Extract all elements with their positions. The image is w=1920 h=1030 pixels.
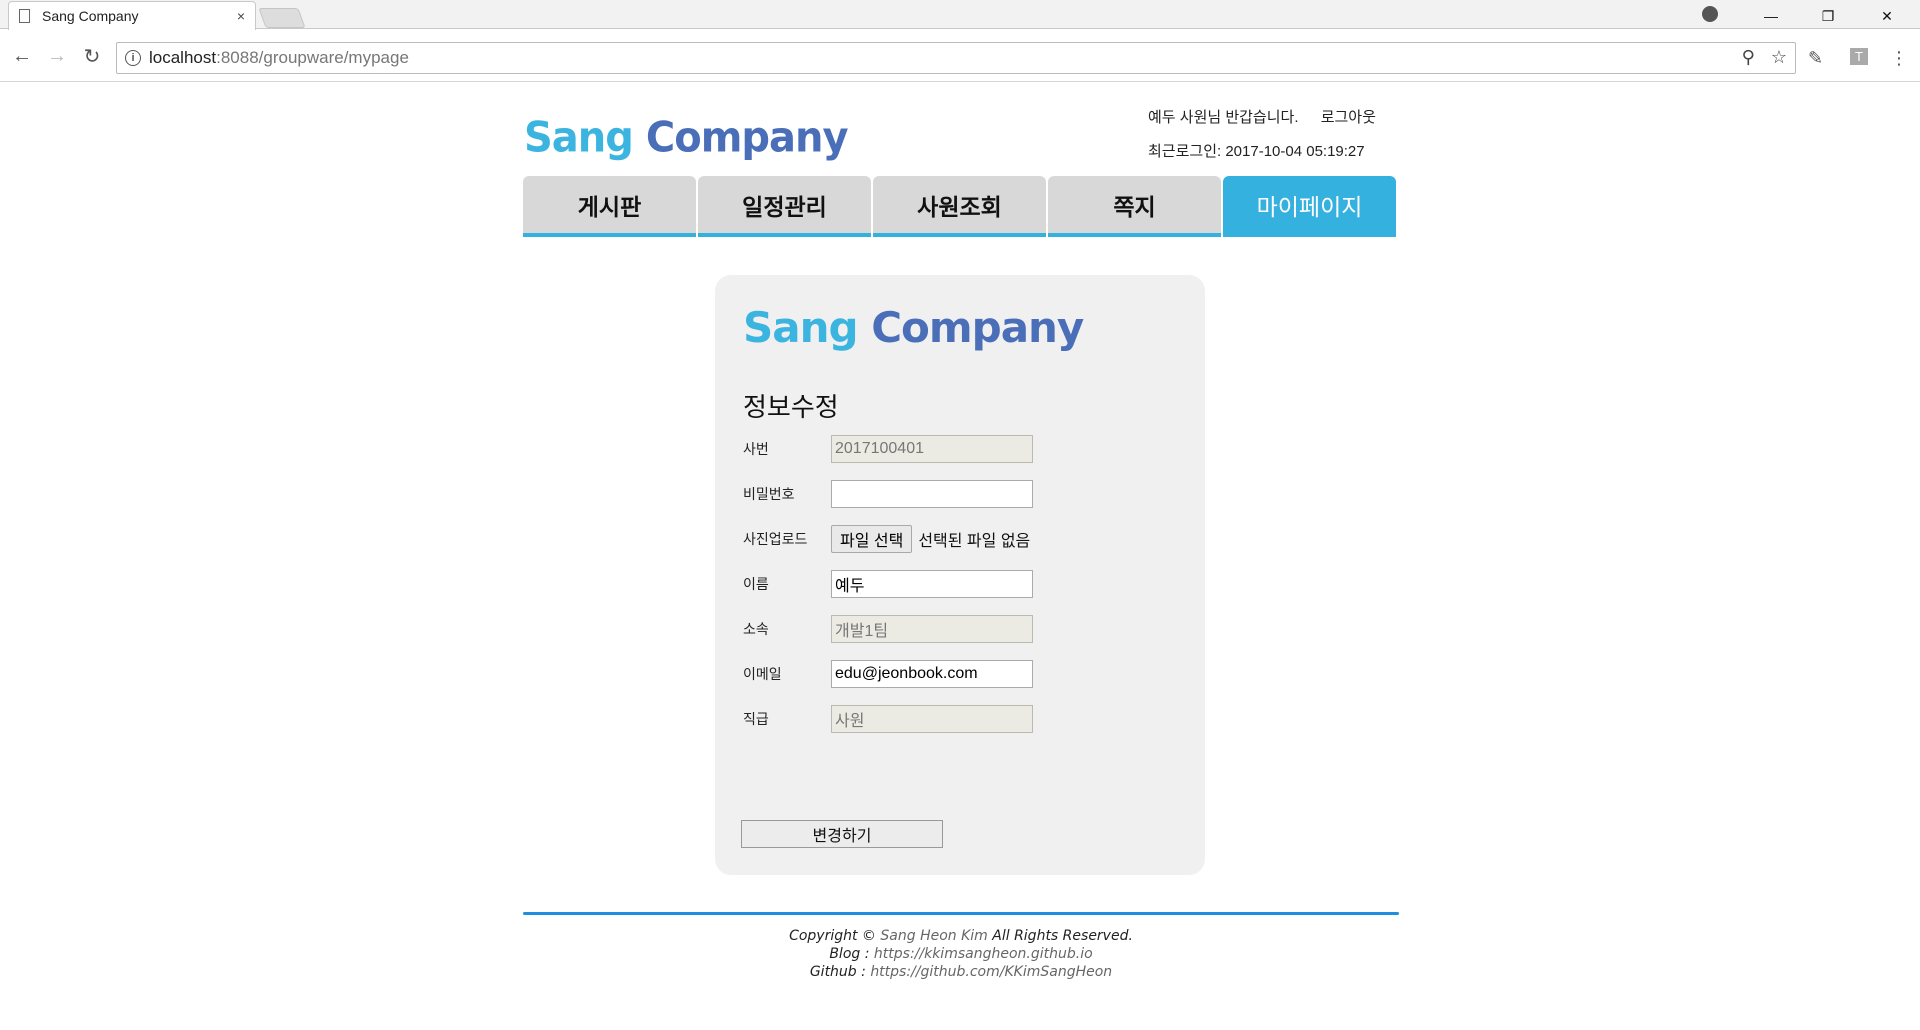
menu-mypage[interactable]: 마이페이지 — [1223, 176, 1396, 237]
browser-toolbar: ← → ↻ i localhost:8088/groupware/mypage … — [0, 30, 1920, 82]
tab-title: Sang Company — [42, 8, 139, 24]
row-name: 이름 — [743, 570, 1183, 598]
url-path: :8088/groupware/mypage — [216, 48, 409, 67]
copyright-line: Copyright © Sang Heon Kim All Rights Res… — [789, 928, 1133, 944]
url-host: localhost — [149, 48, 217, 67]
password-input[interactable] — [831, 480, 1033, 508]
name-input[interactable] — [831, 570, 1033, 598]
menu-schedule[interactable]: 일정관리 — [698, 176, 871, 237]
email-label: 이메일 — [743, 666, 782, 682]
menu-messages[interactable]: 쪽지 — [1048, 176, 1221, 237]
footer-divider — [523, 912, 1399, 915]
row-email: 이메일 — [743, 660, 1183, 688]
star-icon[interactable]: ☆ — [1771, 47, 1787, 68]
row-password: 비밀번호 — [743, 480, 1183, 508]
emp-no-input — [831, 435, 1033, 463]
last-login: 최근로그인: 2017-10-04 05:19:27 — [1148, 143, 1365, 160]
row-photo: 사진업로드 파일 선택 선택된 파일 없음 — [743, 525, 1183, 553]
browser-tab[interactable]: Sang Company × — [8, 1, 256, 30]
row-emp-no: 사번 — [743, 435, 1183, 463]
photo-label: 사진업로드 — [743, 531, 808, 547]
row-dept: 소속 — [743, 615, 1183, 643]
forward-icon[interactable]: → — [45, 44, 69, 68]
blog-line: Blog : https://kkimsangheon.github.io — [829, 946, 1093, 962]
submit-button[interactable]: 변경하기 — [741, 820, 943, 848]
document-icon — [19, 9, 30, 23]
extension-t-icon[interactable]: T — [1850, 48, 1868, 65]
row-rank: 직급 — [743, 705, 1183, 733]
browser-tabstrip: Sang Company × — ❐ ✕ — [0, 0, 1920, 30]
greeting: 예두 사원님 반갑습니다. 로그아웃 — [1148, 106, 1376, 127]
dept-label: 소속 — [743, 621, 769, 637]
key-icon[interactable]: ⚲ — [1742, 47, 1755, 68]
email-input[interactable] — [831, 660, 1033, 688]
card-logo: Sang Company — [743, 303, 1084, 352]
file-status: 선택된 파일 없음 — [918, 533, 1031, 550]
reload-icon[interactable]: ↻ — [80, 44, 104, 68]
emp-no-label: 사번 — [743, 441, 769, 457]
page: Sang Company 예두 사원님 반갑습니다. 로그아웃 최근로그인: 2… — [0, 83, 1920, 1030]
rank-input — [831, 705, 1033, 733]
header-logo[interactable]: Sang Company — [524, 114, 849, 162]
new-tab-button[interactable] — [258, 8, 306, 28]
blog-link[interactable]: https://kkimsangheon.github.io — [874, 946, 1093, 962]
password-label: 비밀번호 — [743, 486, 795, 502]
minimize-button[interactable]: — — [1748, 2, 1794, 30]
author-name: Sang Heon Kim — [880, 928, 988, 944]
profile-icon[interactable] — [1702, 6, 1718, 22]
eyedropper-icon[interactable]: ✎ — [1808, 48, 1823, 69]
github-link[interactable]: https://github.com/KKimSangHeon — [870, 964, 1112, 980]
github-line: Github : https://github.com/KKimSangHeon — [809, 964, 1113, 980]
restore-button[interactable]: ❐ — [1805, 2, 1851, 30]
address-bar[interactable]: i localhost:8088/groupware/mypage ⚲ ☆ — [116, 42, 1796, 74]
back-icon[interactable]: ← — [10, 44, 34, 68]
tab-close-icon[interactable]: × — [237, 8, 245, 24]
name-label: 이름 — [743, 576, 769, 592]
dept-input — [831, 615, 1033, 643]
footer: Copyright © Sang Heon Kim All Rights Res… — [523, 927, 1399, 981]
close-window-button[interactable]: ✕ — [1864, 2, 1910, 30]
logout-link[interactable]: 로그아웃 — [1321, 109, 1376, 126]
profile-edit-card: Sang Company 정보수정 사번 비밀번호 사진업로드 파일 선택 선택… — [715, 275, 1205, 875]
menu-board[interactable]: 게시판 — [523, 176, 696, 237]
greeting-text: 예두 사원님 반갑습니다. — [1148, 109, 1299, 126]
main-menu: 게시판 일정관리 사원조회 쪽지 마이페이지 — [523, 176, 1399, 237]
chrome-menu-icon[interactable]: ⋮ — [1890, 48, 1908, 69]
form-title: 정보수정 — [743, 392, 839, 422]
rank-label: 직급 — [743, 711, 769, 727]
file-select-button[interactable]: 파일 선택 — [831, 525, 913, 553]
menu-employees[interactable]: 사원조회 — [873, 176, 1046, 237]
info-icon[interactable]: i — [125, 50, 141, 66]
